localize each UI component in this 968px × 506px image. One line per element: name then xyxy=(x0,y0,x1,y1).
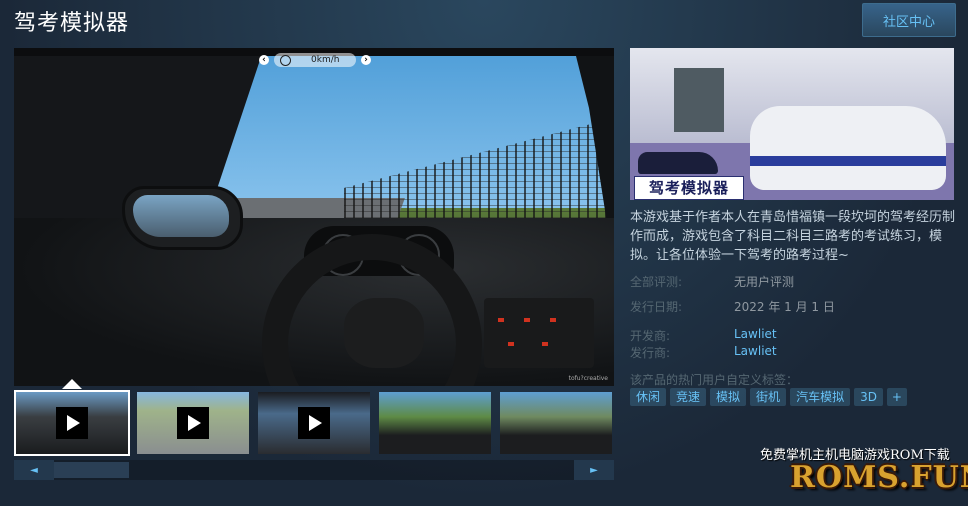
tag-car-sim[interactable]: 汽车模拟 xyxy=(790,388,851,406)
thumbnail-3[interactable] xyxy=(256,390,372,456)
developer-label: 开发商: xyxy=(630,329,671,343)
page-title: 驾考模拟器 xyxy=(14,11,130,36)
developer-link[interactable]: Lawliet xyxy=(734,327,777,341)
thumbnail-4[interactable] xyxy=(377,390,493,456)
play-icon xyxy=(56,407,88,439)
play-icon xyxy=(177,407,209,439)
thumbnail-5[interactable] xyxy=(498,390,614,456)
scroll-right-icon[interactable]: ► xyxy=(574,460,614,480)
speed-readout: 0km/h xyxy=(311,55,340,65)
tag-racing[interactable]: 竞速 xyxy=(670,388,707,406)
thumbnail-scrollbar[interactable]: ◄ ► xyxy=(14,460,614,480)
scroll-thumb[interactable] xyxy=(54,462,129,478)
publisher-link[interactable]: Lawliet xyxy=(734,344,777,358)
hud-right-button[interactable]: › xyxy=(361,55,371,65)
tag-simulation[interactable]: 模拟 xyxy=(710,388,747,406)
thumbnail-1[interactable] xyxy=(14,390,130,456)
logo-car-icon xyxy=(638,152,718,174)
community-hub-button[interactable]: 社区中心 xyxy=(862,3,956,37)
speed-hud: ‹ 0km/h › xyxy=(259,51,371,69)
header-capsule-image: 驾考模拟器 xyxy=(630,48,954,200)
scroll-left-icon[interactable]: ◄ xyxy=(14,460,54,480)
publisher-label: 发行商: xyxy=(630,346,671,360)
shelf xyxy=(674,68,724,132)
release-value: 2022 年 1 月 1 日 xyxy=(734,300,835,314)
game-description: 本游戏基于作者本人在青岛惜福镇一段坎坷的驾考经历制作而成，游戏包含了科目二科目三… xyxy=(630,210,956,263)
tags-list: 休闲 竞速 模拟 街机 汽车模拟 3D + xyxy=(630,388,907,406)
steering-wheel-hub xyxy=(344,298,424,368)
speedometer-icon xyxy=(280,54,291,66)
tag-arcade[interactable]: 街机 xyxy=(750,388,787,406)
center-console xyxy=(484,298,594,368)
thumbnail-2[interactable] xyxy=(135,390,251,456)
reviews-value: 无用户评测 xyxy=(734,275,795,289)
thumbnail-strip xyxy=(14,390,614,456)
police-car xyxy=(750,106,946,190)
release-label: 发行日期: xyxy=(630,300,683,314)
add-tag-button[interactable]: + xyxy=(886,388,907,406)
promo-logo: ROMS.FUN xyxy=(790,460,968,495)
video-watermark: tofu?creative xyxy=(568,375,608,382)
main-video-player[interactable]: ‹ 0km/h › tofu?creative xyxy=(14,48,614,386)
tag-casual[interactable]: 休闲 xyxy=(630,388,667,406)
capsule-title: 驾考模拟器 xyxy=(634,176,744,200)
reviews-label: 全部评测: xyxy=(630,275,683,289)
side-mirror xyxy=(122,186,243,250)
play-icon xyxy=(298,407,330,439)
tags-label: 该产品的热门用户自定义标签： xyxy=(630,373,799,387)
hud-left-button[interactable]: ‹ xyxy=(259,55,269,65)
selected-thumb-pointer xyxy=(62,379,82,389)
tag-3d[interactable]: 3D xyxy=(854,388,883,406)
